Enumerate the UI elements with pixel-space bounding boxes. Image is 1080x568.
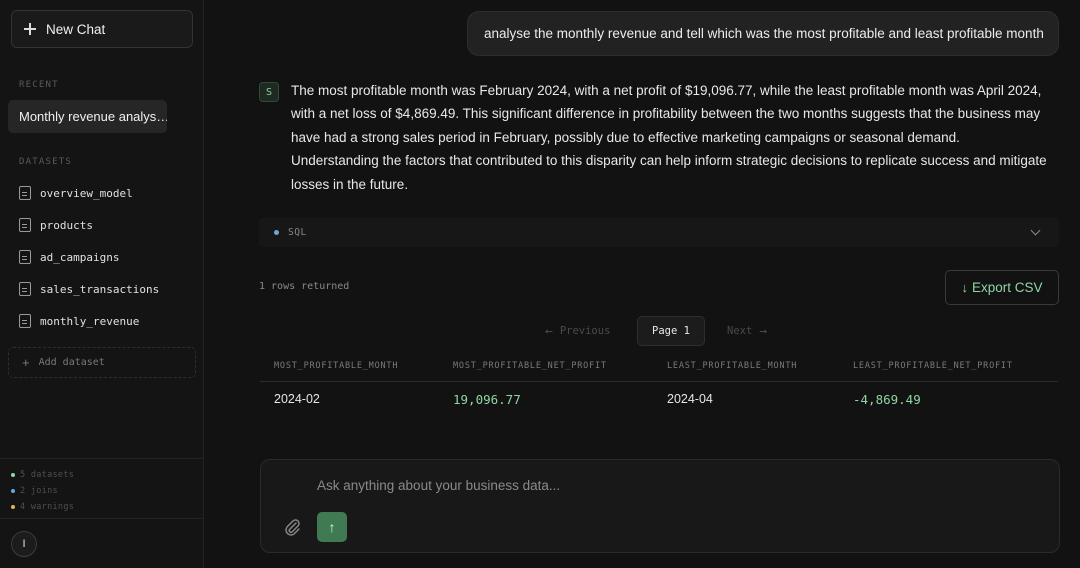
dataset-item-monthly-revenue[interactable]: monthly_revenue — [19, 312, 139, 330]
recent-item-monthly-revenue[interactable]: Monthly revenue analys… — [8, 100, 167, 133]
table-cell: 19,096.77 — [453, 391, 521, 407]
table-cell: -4,869.49 — [853, 391, 921, 407]
dataset-name: sales_transactions — [40, 282, 160, 296]
export-csv-label: Export CSV — [971, 280, 1043, 295]
next-page-button[interactable]: Next → — [727, 316, 767, 346]
new-chat-label: New Chat — [46, 21, 106, 37]
plus-icon — [24, 23, 36, 35]
status-text: 2 joins — [20, 486, 58, 496]
status-warnings: 4 warnings — [0, 499, 204, 515]
column-header: LEAST_PROFITABLE_NET_PROFIT — [839, 352, 1058, 382]
assistant-answer: The most profitable month was February 2… — [291, 83, 1047, 192]
dataset-name: monthly_revenue — [40, 314, 140, 328]
dataset-name: ad_campaigns — [40, 250, 120, 264]
status-text: 5 datasets — [20, 470, 75, 480]
column-header: MOST_PROFITABLE_NET_PROFIT — [439, 352, 653, 382]
table-header-row: MOST_PROFITABLE_MONTH MOST_PROFITABLE_NE… — [260, 352, 1058, 382]
table-cell: 2024-02 — [274, 392, 320, 407]
column-header: LEAST_PROFITABLE_MONTH — [653, 352, 839, 382]
download-arrow-icon: ↓ — [961, 280, 968, 295]
sql-dot-icon — [274, 230, 279, 235]
file-icon — [19, 186, 31, 200]
add-dataset-button[interactable]: + Add dataset — [8, 347, 196, 378]
dataset-item-products[interactable]: products — [19, 216, 93, 234]
status-datasets: 5 datasets — [0, 467, 204, 483]
paperclip-icon[interactable] — [283, 517, 301, 537]
recent-section-label: RECENT — [19, 80, 59, 90]
column-header: MOST_PROFITABLE_MONTH — [260, 352, 439, 382]
dataset-item-sales-transactions[interactable]: sales_transactions — [19, 280, 159, 298]
sidebar: New Chat RECENT Monthly revenue analys… … — [0, 0, 204, 568]
next-label: Next — [727, 325, 753, 337]
rows-returned: 1 rows returned — [259, 281, 350, 292]
plus-icon: + — [22, 355, 30, 370]
user-area: I — [0, 518, 204, 568]
file-icon — [19, 282, 31, 296]
previous-label: Previous — [559, 325, 611, 337]
file-icon — [19, 218, 31, 232]
status-dot-icon — [11, 505, 15, 509]
result-table: MOST_PROFITABLE_MONTH MOST_PROFITABLE_NE… — [260, 352, 1058, 417]
file-icon — [19, 250, 31, 264]
arrow-right-icon: → — [759, 323, 768, 339]
chat-input[interactable]: Ask anything about your business data... — [317, 478, 560, 493]
previous-page-button[interactable]: ← Previous — [545, 316, 610, 346]
sql-label: SQL — [288, 227, 307, 238]
dataset-item-overview-model[interactable]: overview_model — [19, 184, 133, 202]
avatar[interactable]: I — [11, 531, 37, 557]
arrow-left-icon: ← — [545, 323, 553, 339]
chat-composer[interactable]: Ask anything about your business data...… — [260, 459, 1060, 553]
export-csv-button[interactable]: ↓ Export CSV — [945, 270, 1059, 305]
dataset-name: products — [40, 218, 93, 232]
table-cell: 2024-04 — [667, 392, 713, 407]
status-dot-icon — [11, 489, 15, 493]
chevron-down-icon — [1030, 225, 1041, 236]
file-icon — [19, 314, 31, 328]
table-row: 2024-02 19,096.77 2024-04 -4,869.49 — [260, 381, 1058, 417]
current-page: Page 1 — [637, 316, 705, 346]
dataset-item-ad-campaigns[interactable]: ad_campaigns — [19, 248, 119, 266]
status-text: 4 warnings — [20, 502, 75, 512]
user-message: analyse the monthly revenue and tell whi… — [467, 11, 1059, 56]
sql-toggle[interactable]: SQL — [259, 218, 1059, 247]
status-joins: 2 joins — [0, 483, 204, 499]
new-chat-button[interactable]: New Chat — [11, 10, 193, 48]
send-button[interactable]: ↑ — [317, 512, 347, 542]
status-summary: 5 datasets 2 joins 4 warnings — [0, 458, 204, 515]
add-dataset-label: Add dataset — [38, 357, 105, 368]
status-dot-icon — [11, 473, 15, 477]
assistant-avatar: S — [259, 82, 279, 102]
datasets-section-label: DATASETS — [19, 157, 72, 167]
arrow-up-icon: ↑ — [328, 519, 336, 535]
dataset-name: overview_model — [40, 186, 133, 200]
